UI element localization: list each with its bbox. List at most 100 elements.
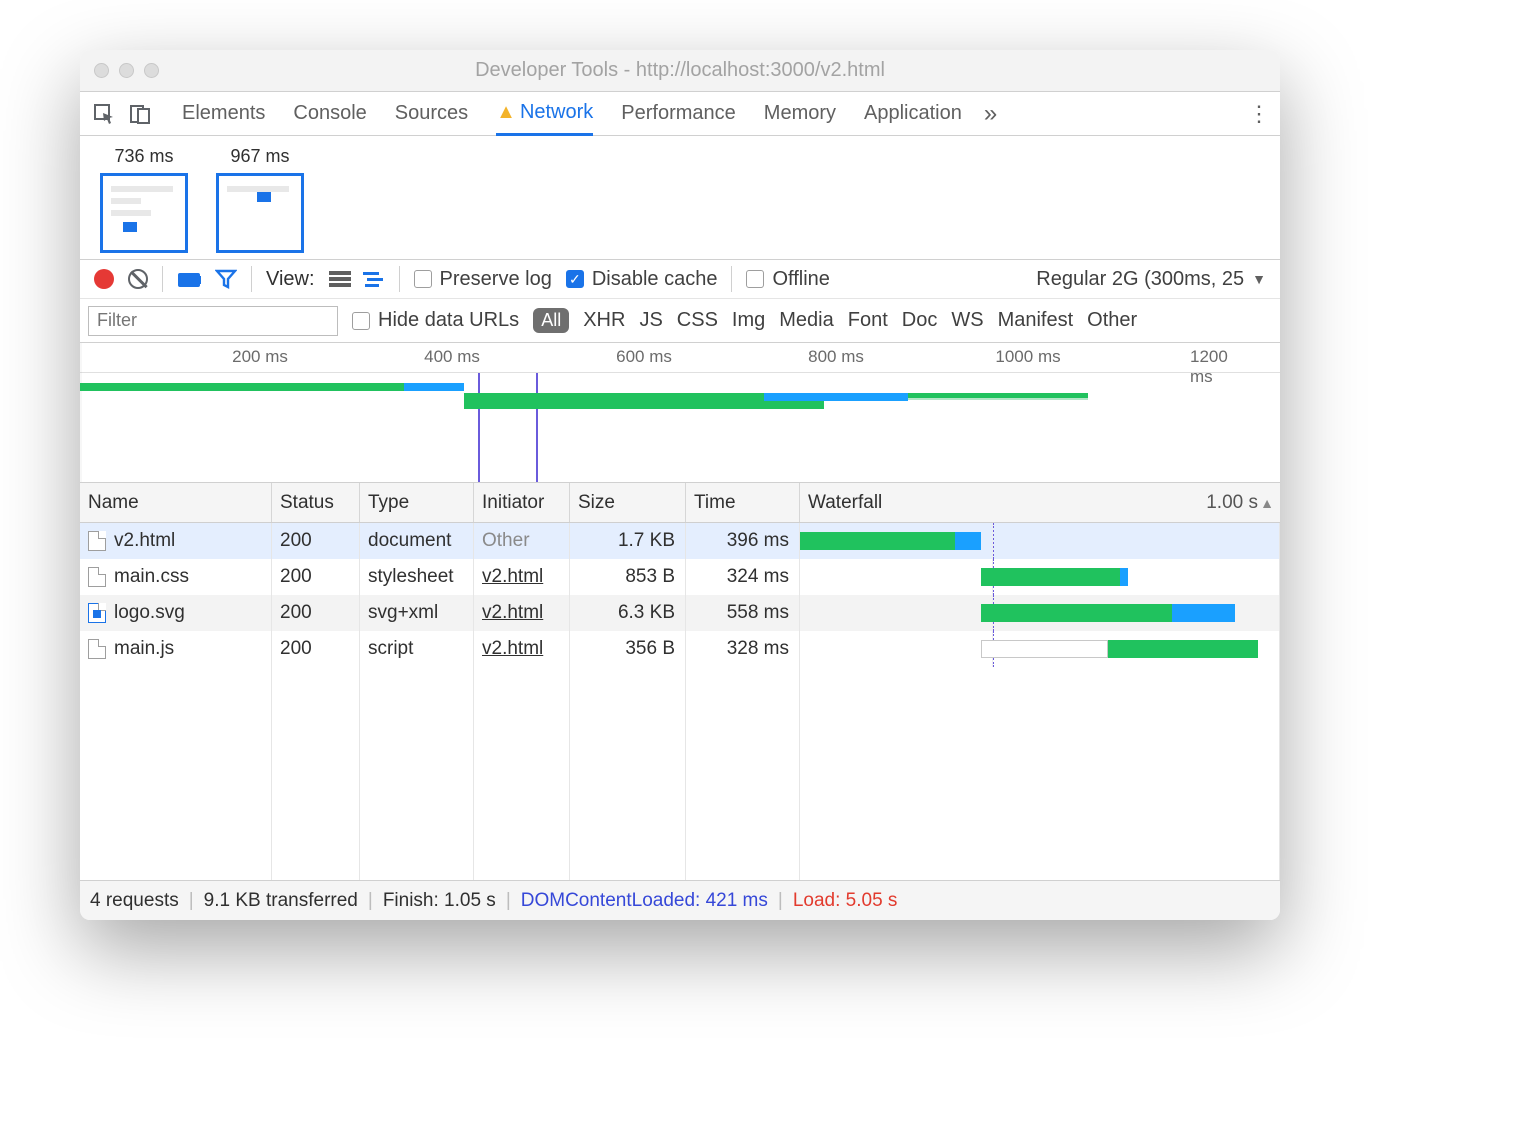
- filter-icon[interactable]: [215, 269, 237, 289]
- titlebar: Developer Tools - http://localhost:3000/…: [80, 50, 1280, 92]
- request-time: 328 ms: [686, 631, 800, 667]
- tab-application[interactable]: Application: [864, 93, 962, 134]
- request-status: 200: [272, 631, 360, 667]
- filter-bar: Hide data URLs All XHR JS CSS Img Media …: [80, 299, 1280, 343]
- sort-asc-icon: ▲: [1260, 495, 1274, 511]
- tab-sources[interactable]: Sources: [395, 93, 468, 134]
- dcl-time: DOMContentLoaded: 421 ms: [521, 890, 768, 912]
- minimize-window[interactable]: [119, 63, 134, 78]
- request-size: 1.7 KB: [570, 523, 686, 559]
- thumb-preview: [216, 173, 304, 253]
- table-row[interactable]: main.css200stylesheetv2.html853 B324 ms: [80, 559, 1280, 595]
- hide-data-urls-checkbox[interactable]: Hide data URLs: [352, 309, 519, 332]
- request-initiator: Other: [482, 530, 530, 552]
- request-type: document: [360, 523, 474, 559]
- inspect-element-icon[interactable]: [90, 100, 118, 128]
- window-controls: [94, 63, 159, 78]
- request-status: 200: [272, 595, 360, 631]
- request-waterfall: [800, 523, 1280, 559]
- file-icon: [88, 567, 106, 587]
- col-size[interactable]: Size: [570, 483, 686, 522]
- tab-performance[interactable]: Performance: [621, 93, 736, 134]
- filter-xhr[interactable]: XHR: [583, 309, 625, 332]
- table-row[interactable]: v2.html200documentOther1.7 KB396 ms: [80, 523, 1280, 559]
- filter-css[interactable]: CSS: [677, 309, 718, 332]
- request-size: 6.3 KB: [570, 595, 686, 631]
- filter-img[interactable]: Img: [732, 309, 765, 332]
- request-initiator[interactable]: v2.html: [482, 566, 543, 588]
- tab-network[interactable]: ▲Network: [496, 92, 593, 136]
- col-waterfall[interactable]: Waterfall 1.00 s ▲: [800, 483, 1280, 522]
- request-name: main.js: [114, 638, 174, 660]
- thumb-time: 967 ms: [230, 146, 289, 167]
- filter-manifest[interactable]: Manifest: [998, 309, 1074, 332]
- filter-other[interactable]: Other: [1087, 309, 1137, 332]
- more-tabs-icon[interactable]: »: [984, 100, 997, 128]
- request-status: 200: [272, 523, 360, 559]
- thumb-preview: [100, 173, 188, 253]
- col-time[interactable]: Time: [686, 483, 800, 522]
- capture-screenshots-icon[interactable]: [177, 270, 201, 288]
- filmstrip-thumb[interactable]: 736 ms: [100, 146, 188, 253]
- close-window[interactable]: [94, 63, 109, 78]
- transferred: 9.1 KB transferred: [204, 890, 358, 912]
- record-button[interactable]: [94, 269, 114, 289]
- window-title: Developer Tools - http://localhost:3000/…: [80, 59, 1280, 82]
- throttling-select[interactable]: Regular 2G (300ms, 25▼: [1036, 268, 1266, 291]
- dcl-marker: [478, 373, 480, 482]
- col-type[interactable]: Type: [360, 483, 474, 522]
- tab-console[interactable]: Console: [293, 93, 366, 134]
- clear-button[interactable]: [128, 269, 148, 289]
- tab-elements[interactable]: Elements: [182, 93, 265, 134]
- table-row[interactable]: main.js200scriptv2.html356 B328 ms: [80, 631, 1280, 667]
- filter-input[interactable]: [88, 306, 338, 336]
- col-name[interactable]: Name: [80, 483, 272, 522]
- marker: [536, 373, 538, 482]
- filmstrip-thumb[interactable]: 967 ms: [216, 146, 304, 253]
- filter-ws[interactable]: WS: [951, 309, 983, 332]
- file-icon: [88, 639, 106, 659]
- request-table-header: Name Status Type Initiator Size Time Wat…: [80, 483, 1280, 523]
- load-time: Load: 5.05 s: [793, 890, 898, 912]
- preserve-log-checkbox[interactable]: Preserve log: [414, 268, 552, 291]
- zoom-window[interactable]: [144, 63, 159, 78]
- disable-cache-checkbox[interactable]: ✓Disable cache: [566, 268, 718, 291]
- request-time: 324 ms: [686, 559, 800, 595]
- request-waterfall: [800, 595, 1280, 631]
- chevron-down-icon: ▼: [1252, 271, 1266, 287]
- timeline-overview[interactable]: 200 ms 400 ms 600 ms 800 ms 1000 ms 1200…: [80, 343, 1280, 483]
- network-toolbar: View: Preserve log ✓Disable cache Offlin…: [80, 259, 1280, 299]
- toggle-device-icon[interactable]: [126, 100, 154, 128]
- devtools-window: Developer Tools - http://localhost:3000/…: [80, 50, 1280, 920]
- large-rows-icon[interactable]: [329, 270, 351, 288]
- filter-media[interactable]: Media: [779, 309, 833, 332]
- offline-checkbox[interactable]: Offline: [746, 268, 829, 291]
- request-initiator[interactable]: v2.html: [482, 602, 543, 624]
- table-row[interactable]: logo.svg200svg+xmlv2.html6.3 KB558 ms: [80, 595, 1280, 631]
- request-waterfall: [800, 631, 1280, 667]
- thumb-time: 736 ms: [114, 146, 173, 167]
- filter-all[interactable]: All: [533, 308, 569, 333]
- request-type: stylesheet: [360, 559, 474, 595]
- request-name: logo.svg: [114, 602, 185, 624]
- kebab-menu-icon[interactable]: ⋮: [1248, 101, 1270, 127]
- request-waterfall: [800, 559, 1280, 595]
- tab-memory[interactable]: Memory: [764, 93, 836, 134]
- filter-js[interactable]: JS: [639, 309, 662, 332]
- col-status[interactable]: Status: [272, 483, 360, 522]
- col-initiator[interactable]: Initiator: [474, 483, 570, 522]
- request-time: 396 ms: [686, 523, 800, 559]
- file-icon: [88, 603, 106, 623]
- request-status: 200: [272, 559, 360, 595]
- warning-icon: ▲: [496, 101, 516, 123]
- request-type: script: [360, 631, 474, 667]
- request-time: 558 ms: [686, 595, 800, 631]
- overview-icon[interactable]: [363, 270, 385, 288]
- filter-doc[interactable]: Doc: [902, 309, 938, 332]
- request-initiator[interactable]: v2.html: [482, 638, 543, 660]
- request-size: 853 B: [570, 559, 686, 595]
- filmstrip: 736 ms 967 ms: [80, 136, 1280, 259]
- view-label: View:: [266, 268, 315, 291]
- file-icon: [88, 531, 106, 551]
- filter-font[interactable]: Font: [848, 309, 888, 332]
